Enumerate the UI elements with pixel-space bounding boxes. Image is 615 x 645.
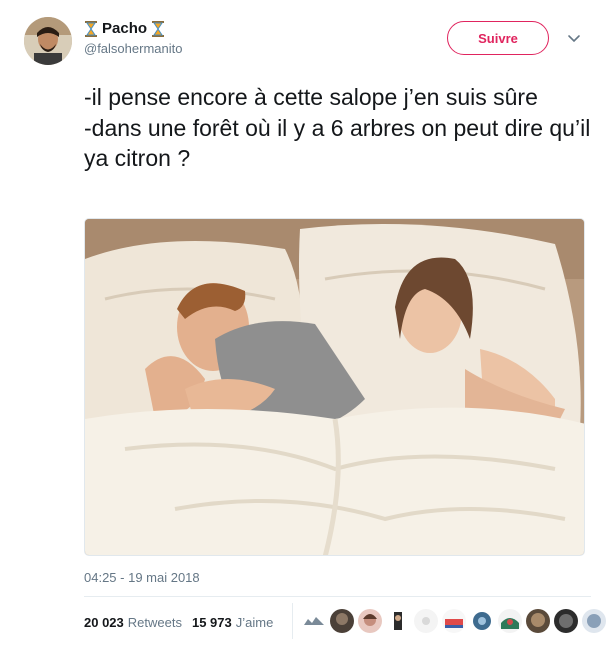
hourglass-icon bbox=[152, 20, 165, 37]
chevron-down-icon[interactable] bbox=[566, 33, 582, 45]
liker-avatar[interactable] bbox=[554, 609, 578, 633]
user-handle[interactable]: @falsohermanito bbox=[84, 41, 182, 56]
likes-stat[interactable]: 15 973 J’aime bbox=[192, 615, 273, 630]
liker-avatar[interactable] bbox=[498, 609, 522, 633]
tweet-media-image[interactable] bbox=[84, 218, 585, 556]
liker-avatars bbox=[302, 609, 606, 633]
tweet-stats: 20 023 Retweets 15 973 J’aime bbox=[84, 615, 283, 630]
tweet-text: -il pense encore à cette salope j’en sui… bbox=[84, 84, 591, 171]
liker-avatar[interactable] bbox=[442, 609, 466, 633]
retweets-count: 20 023 bbox=[84, 615, 124, 630]
avatar[interactable] bbox=[24, 17, 72, 65]
tweet-timestamp[interactable]: 04:25 - 19 mai 2018 bbox=[84, 570, 200, 585]
tweet-card: Pacho @falsohermanito Suivre -il pense e… bbox=[0, 0, 615, 645]
likes-label: J’aime bbox=[235, 615, 274, 630]
couple-in-bed-photo bbox=[85, 219, 584, 555]
user-name[interactable]: Pacho bbox=[102, 20, 147, 37]
liker-avatar[interactable] bbox=[414, 609, 438, 633]
liker-avatar[interactable] bbox=[330, 609, 354, 633]
liker-avatar[interactable] bbox=[386, 609, 410, 633]
divider bbox=[84, 596, 591, 597]
liker-avatar[interactable] bbox=[358, 609, 382, 633]
user-name-row[interactable]: Pacho bbox=[84, 20, 165, 37]
liker-avatar[interactable] bbox=[582, 609, 606, 633]
stats-separator bbox=[292, 603, 293, 639]
likes-count: 15 973 bbox=[191, 615, 232, 630]
hourglass-icon bbox=[85, 20, 97, 37]
retweets-stat[interactable]: 20 023 Retweets bbox=[84, 615, 182, 630]
liker-avatar[interactable] bbox=[526, 609, 550, 633]
follow-button[interactable]: Suivre bbox=[447, 21, 549, 55]
liker-avatar[interactable] bbox=[470, 609, 494, 633]
retweets-label: Retweets bbox=[127, 615, 182, 630]
liker-avatar[interactable] bbox=[302, 609, 326, 633]
